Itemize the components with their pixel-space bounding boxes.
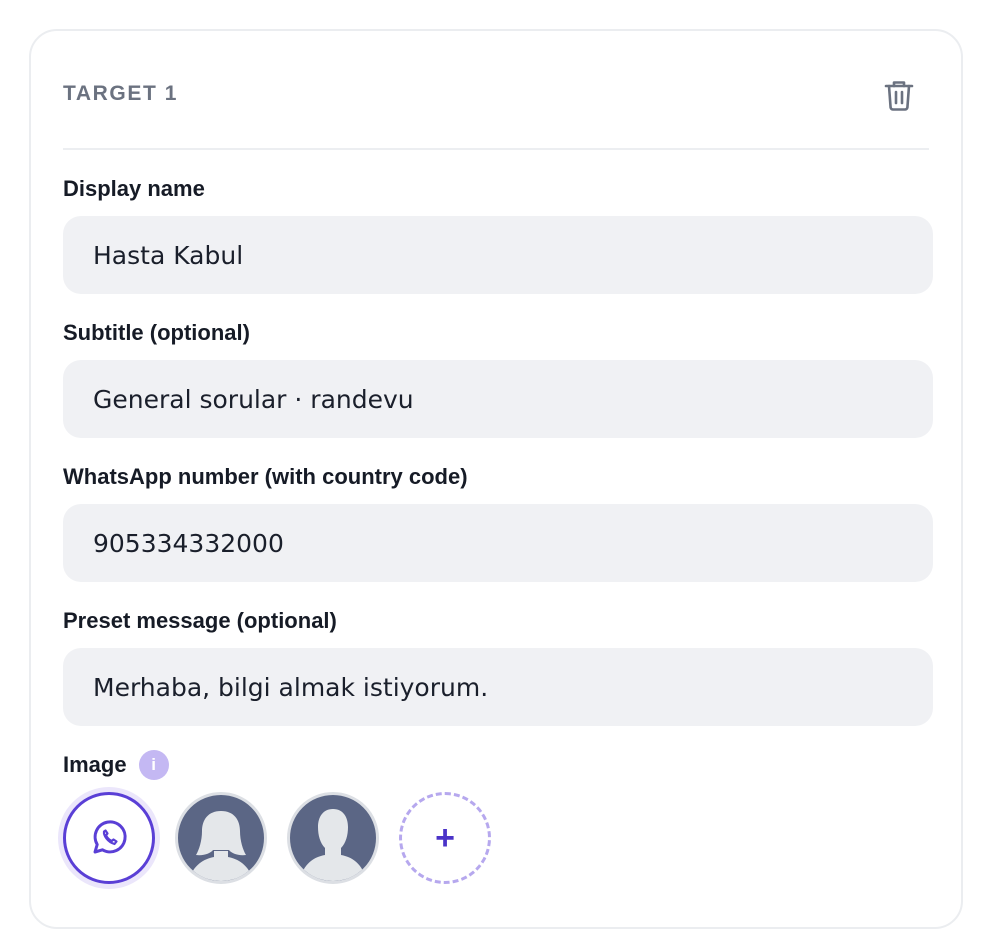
whatsapp-icon xyxy=(93,820,127,854)
female-avatar-icon xyxy=(188,811,254,881)
image-options: + xyxy=(63,792,511,884)
add-image-button[interactable]: + xyxy=(399,792,491,884)
trash-icon xyxy=(884,81,914,111)
display-name-field: Display name Hasta Kabul xyxy=(63,174,933,294)
preset-message-label: Preset message (optional) xyxy=(63,608,337,633)
whatsapp-number-input[interactable]: 905334332000 xyxy=(63,504,933,582)
whatsapp-number-field: WhatsApp number (with country code) 9053… xyxy=(63,462,933,582)
target-title: TARGET 1 xyxy=(63,82,179,105)
target-card: TARGET 1 Display name Hasta Kabul Subtit… xyxy=(29,29,963,929)
display-name-label: Display name xyxy=(63,176,205,201)
image-label: Image xyxy=(63,752,127,777)
plus-icon: + xyxy=(435,818,455,857)
subtitle-label: Subtitle (optional) xyxy=(63,320,250,345)
image-option-male-avatar[interactable] xyxy=(287,792,379,884)
target-header: TARGET 1 xyxy=(63,31,929,150)
image-option-whatsapp[interactable] xyxy=(63,792,155,884)
male-avatar-icon xyxy=(299,809,367,881)
preset-message-input[interactable]: Merhaba, bilgi almak istiyorum. xyxy=(63,648,933,726)
image-option-female-avatar[interactable] xyxy=(175,792,267,884)
info-icon[interactable]: i xyxy=(138,750,169,780)
display-name-input[interactable]: Hasta Kabul xyxy=(63,216,933,294)
whatsapp-number-label: WhatsApp number (with country code) xyxy=(63,464,468,489)
image-label-row: Image i xyxy=(63,750,169,780)
delete-target-button[interactable] xyxy=(883,78,915,112)
subtitle-input[interactable]: General sorular · randevu xyxy=(63,360,933,438)
subtitle-field: Subtitle (optional) General sorular · ra… xyxy=(63,318,933,438)
preset-message-field: Preset message (optional) Merhaba, bilgi… xyxy=(63,606,933,726)
